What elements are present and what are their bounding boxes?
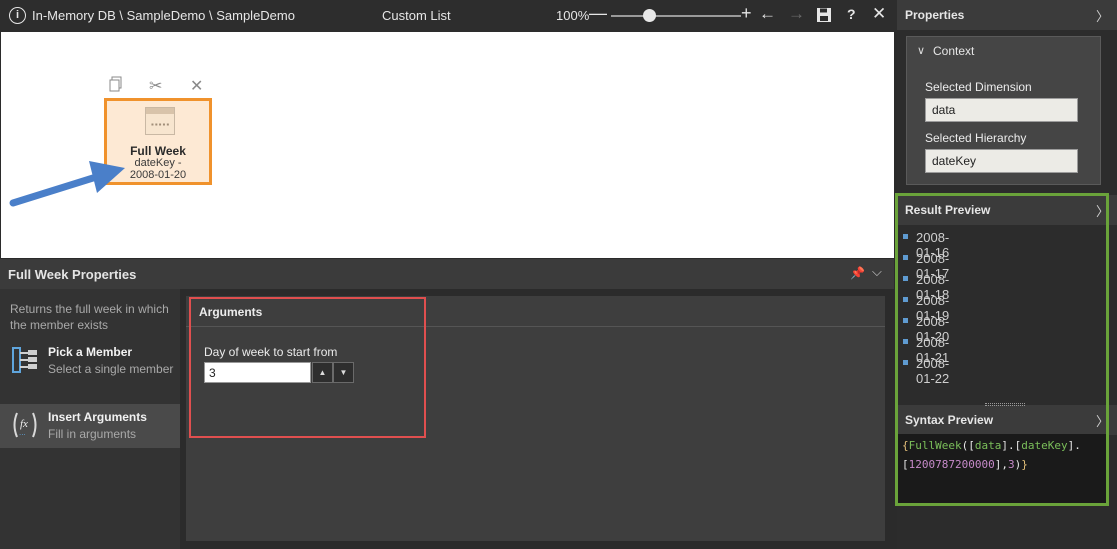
context-title: Context: [933, 44, 975, 58]
nav-insert-arguments-subtitle: Fill in arguments: [48, 427, 137, 441]
redo-icon[interactable]: →: [788, 4, 805, 24]
nav-pick-member[interactable]: Pick a Member Select a single member: [0, 339, 180, 383]
canvas[interactable]: ✂ ✕ ▪▪▪▪▪ Full Week dateKey - 2008-01-20: [1, 32, 894, 258]
zoom-slider-thumb[interactable]: [643, 9, 656, 22]
zoom-out-icon[interactable]: —: [589, 3, 607, 24]
undo-icon[interactable]: ←: [759, 4, 776, 24]
close-icon[interactable]: ✕: [872, 4, 886, 24]
function-icon: fx ...: [10, 410, 40, 440]
annotation-red-box: [189, 297, 426, 438]
nav-insert-arguments[interactable]: fx ... Insert Arguments Fill in argument…: [0, 404, 180, 448]
annotation-arrow: [9, 161, 125, 207]
selected-hierarchy-field[interactable]: [925, 149, 1078, 173]
properties-panel-title: Full Week Properties: [8, 267, 137, 282]
chevron-down-icon[interactable]: ∨: [917, 44, 925, 57]
nav-insert-arguments-title: Insert Arguments: [48, 410, 147, 424]
function-description: Returns the full week in which the membe…: [10, 302, 169, 332]
properties-panel-header: Full Week Properties 📌 ⌵: [0, 259, 894, 289]
window-title: Custom List: [382, 8, 451, 23]
function-nav: Returns the full week in which the membe…: [0, 289, 180, 549]
hierarchy-icon: [10, 345, 40, 375]
properties-header: Properties 〉: [897, 0, 1117, 30]
help-icon[interactable]: ?: [847, 6, 856, 22]
info-icon[interactable]: i: [9, 7, 26, 24]
chevron-right-icon[interactable]: 〉: [1096, 6, 1109, 25]
breadcrumb: In-Memory DB \ SampleDemo \ SampleDemo: [32, 8, 295, 23]
svg-text:...: ...: [19, 428, 26, 437]
zoom-level: 100%: [556, 8, 590, 23]
title-bar: i In-Memory DB \ SampleDemo \ SampleDemo…: [0, 0, 897, 32]
zoom-slider-track[interactable]: [611, 15, 741, 17]
nav-pick-member-subtitle: Select a single member: [48, 362, 174, 376]
selected-dimension-label: Selected Dimension: [925, 80, 1032, 94]
zoom-in-icon[interactable]: +: [741, 3, 752, 24]
app-window: i In-Memory DB \ SampleDemo \ SampleDemo…: [0, 0, 1117, 549]
save-icon[interactable]: [816, 7, 832, 26]
selected-dimension-field[interactable]: [925, 98, 1078, 122]
selected-hierarchy-label: Selected Hierarchy: [925, 131, 1027, 145]
pin-icon[interactable]: 📌: [850, 266, 865, 280]
nav-pick-member-title: Pick a Member: [48, 345, 133, 359]
properties-title: Properties: [905, 8, 965, 22]
chevron-down-icon[interactable]: ⌵: [872, 264, 882, 280]
annotation-green-box: [895, 193, 1109, 506]
